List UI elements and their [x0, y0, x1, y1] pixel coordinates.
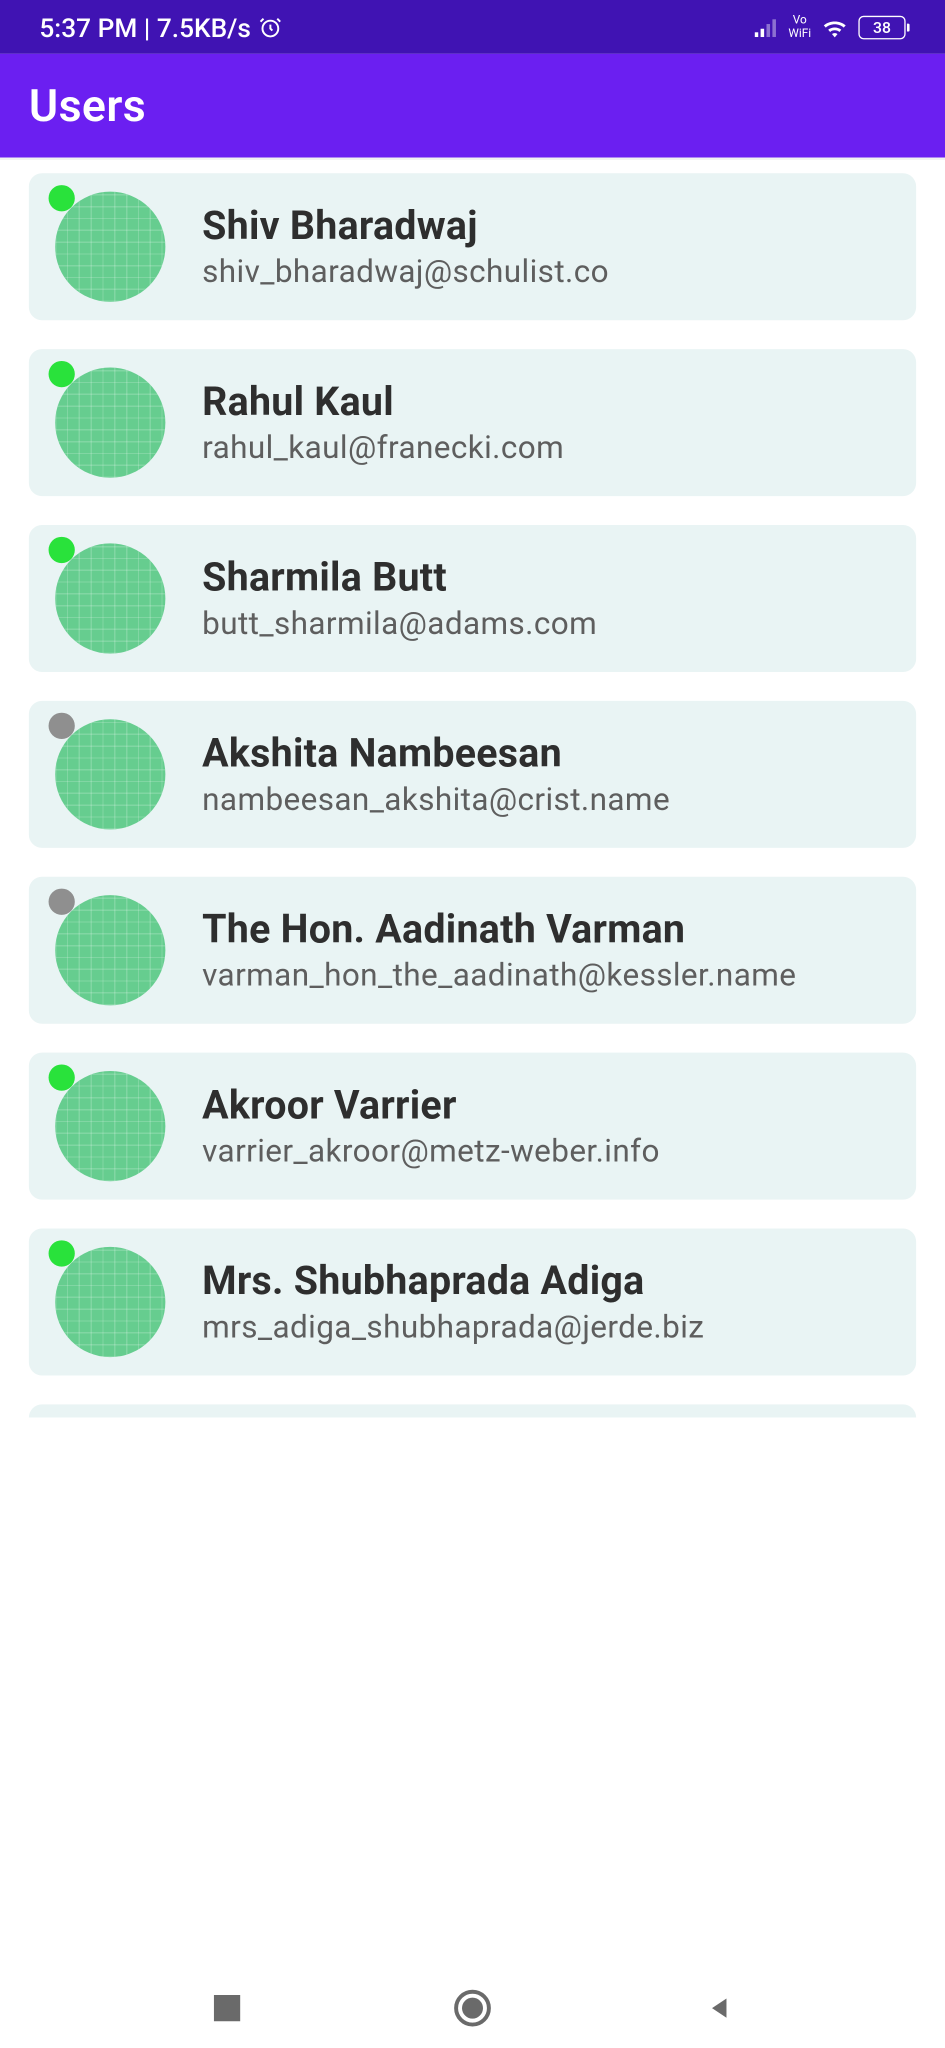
user-email: mrs_adiga_shubhaprada@jerde.biz	[202, 1307, 890, 1346]
signal-icon	[754, 16, 778, 37]
wifi-icon	[822, 16, 848, 37]
avatar	[55, 543, 165, 653]
nav-bar	[0, 1967, 945, 2047]
avatar-image	[55, 368, 165, 478]
user-email: rahul_kaul@franecki.com	[202, 427, 890, 466]
status-online-icon	[49, 1064, 75, 1090]
avatar	[55, 719, 165, 829]
vo-wifi-icon: Vo WiFi	[788, 14, 811, 40]
alarm-icon	[259, 15, 283, 39]
user-name: Sharmila Butt	[202, 555, 890, 601]
user-info: Sharmila Buttbutt_sharmila@adams.com	[202, 555, 890, 643]
avatar-image	[55, 719, 165, 829]
user-info: Akshita Nambeesannambeesan_akshita@crist…	[202, 730, 890, 818]
user-card[interactable]: Mrs. Shubhaprada Adigamrs_adiga_shubhapr…	[29, 1229, 916, 1376]
avatar-image	[55, 1071, 165, 1181]
status-right: Vo WiFi 38	[754, 14, 905, 40]
wifi-label: WiFi	[788, 27, 811, 40]
user-name: Rahul Kaul	[202, 379, 890, 425]
user-name: The Hon. Aadinath Varman	[202, 906, 890, 952]
status-offline-icon	[49, 713, 75, 739]
status-online-icon	[49, 361, 75, 387]
user-email: varrier_akroor@metz-weber.info	[202, 1131, 890, 1170]
user-card[interactable]: The Hon. Aadinath Varmanvarman_hon_the_a…	[29, 877, 916, 1024]
user-info: Rahul Kaulrahul_kaul@franecki.com	[202, 379, 890, 467]
user-card[interactable]: Akroor Varriervarrier_akroor@metz-weber.…	[29, 1053, 916, 1200]
status-time-rate: 5:37 PM | 7.5KB/s	[39, 11, 251, 43]
battery-level: 38	[873, 18, 891, 36]
avatar-image	[55, 895, 165, 1005]
avatar-image	[55, 543, 165, 653]
app-bar: Users	[0, 54, 945, 158]
user-email: shiv_bharadwaj@schulist.co	[202, 251, 890, 290]
user-info: The Hon. Aadinath Varmanvarman_hon_the_a…	[202, 906, 890, 994]
page-title: Users	[29, 79, 146, 132]
nav-recent-button[interactable]	[207, 1988, 246, 2027]
vo-label: Vo	[788, 14, 811, 27]
user-info: Mrs. Shubhaprada Adigamrs_adiga_shubhapr…	[202, 1258, 890, 1346]
user-name: Akshita Nambeesan	[202, 730, 890, 776]
avatar-image	[55, 1247, 165, 1357]
avatar	[55, 1247, 165, 1357]
status-left: 5:37 PM | 7.5KB/s	[39, 11, 282, 43]
user-name: Akroor Varrier	[202, 1082, 890, 1128]
status-offline-icon	[49, 889, 75, 915]
users-list[interactable]: Shiv Bharadwajshiv_bharadwaj@schulist.co…	[0, 160, 945, 1417]
user-card[interactable]: Shiv Bharadwajshiv_bharadwaj@schulist.co	[29, 173, 916, 320]
avatar-image	[55, 192, 165, 302]
status-online-icon	[49, 537, 75, 563]
user-card[interactable]	[29, 1404, 916, 1417]
avatar	[55, 368, 165, 478]
avatar	[55, 1071, 165, 1181]
status-online-icon	[49, 185, 75, 211]
user-info: Shiv Bharadwajshiv_bharadwaj@schulist.co	[202, 203, 890, 291]
user-card[interactable]: Akshita Nambeesannambeesan_akshita@crist…	[29, 701, 916, 848]
avatar	[55, 895, 165, 1005]
nav-back-button[interactable]	[699, 1988, 738, 2027]
user-email: varman_hon_the_aadinath@kessler.name	[202, 955, 890, 994]
user-email: butt_sharmila@adams.com	[202, 603, 890, 642]
user-card[interactable]: Sharmila Buttbutt_sharmila@adams.com	[29, 525, 916, 672]
user-name: Mrs. Shubhaprada Adiga	[202, 1258, 890, 1304]
status-online-icon	[49, 1240, 75, 1266]
nav-home-button[interactable]	[453, 1988, 492, 2027]
user-card[interactable]: Rahul Kaulrahul_kaul@franecki.com	[29, 349, 916, 496]
user-info: Akroor Varriervarrier_akroor@metz-weber.…	[202, 1082, 890, 1170]
user-email: nambeesan_akshita@crist.name	[202, 779, 890, 818]
status-bar: 5:37 PM | 7.5KB/s Vo WiFi	[0, 0, 945, 54]
user-name: Shiv Bharadwaj	[202, 203, 890, 249]
avatar	[55, 192, 165, 302]
battery-icon: 38	[858, 15, 905, 39]
